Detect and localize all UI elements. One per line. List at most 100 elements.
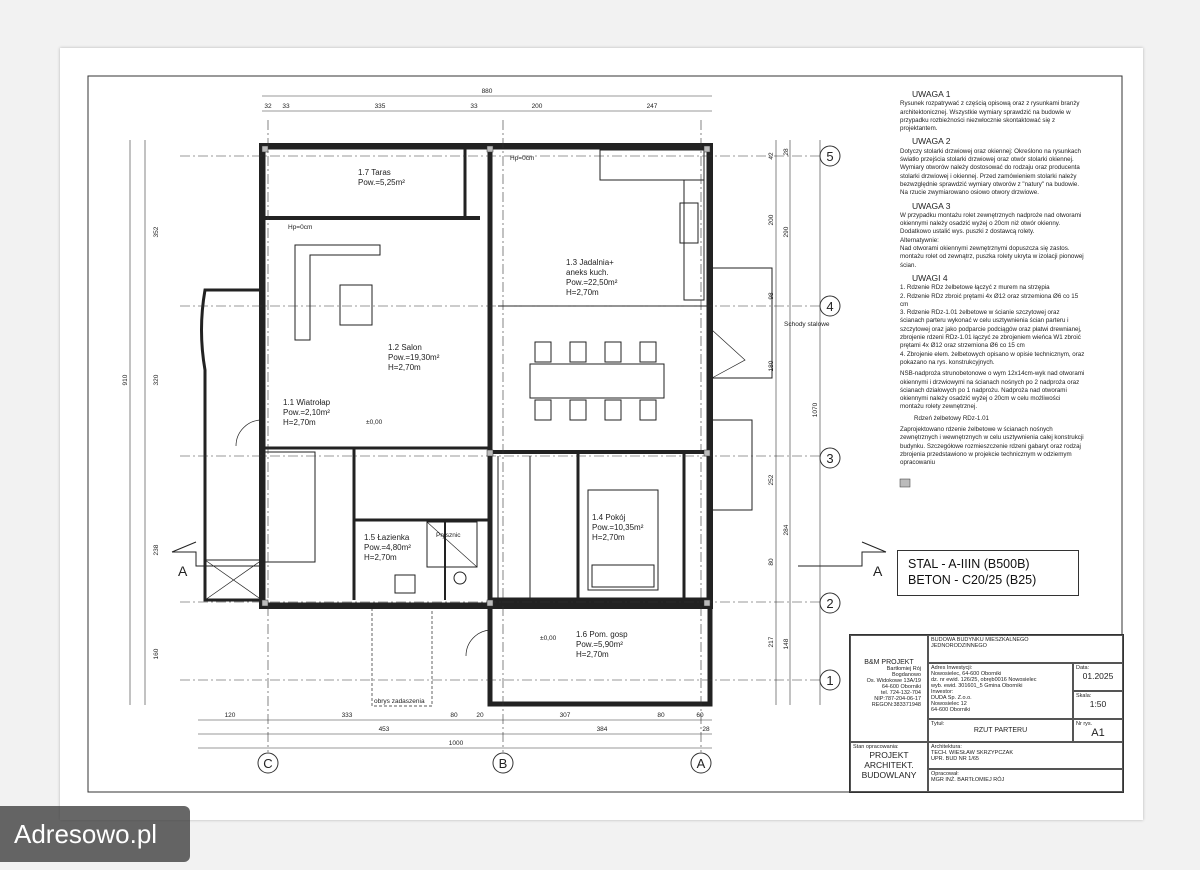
dim-right: 42 xyxy=(768,152,775,160)
dim-left: 238 xyxy=(153,544,160,555)
room-wiatrolap-height: H=2,70m xyxy=(283,418,316,427)
dim-right: 28 xyxy=(783,148,790,156)
dim-bottom: 120 xyxy=(225,712,236,719)
room-lazienka-area: Pow.=4,80m² xyxy=(364,543,411,552)
dim-top-total: 880 xyxy=(482,88,493,95)
grid-label-a: A xyxy=(697,756,706,771)
dim-top: 33 xyxy=(282,103,290,110)
room-jadalnia-name: 1.3 Jadalnia+ xyxy=(566,258,614,267)
dim-right: 98 xyxy=(768,292,775,300)
grid-label-2: 2 xyxy=(826,596,833,611)
room-gosp-height: H=2,70m xyxy=(576,650,609,659)
room-salon-name: 1.2 Salon xyxy=(388,343,422,352)
spec-concrete: BETON - C20/25 (B25) xyxy=(908,573,1037,587)
watermark-logo: Adresowo.pl xyxy=(0,806,190,862)
room-labels: 1.7 Taras Pow.=5,25m² 1.2 Salon Pow.=19,… xyxy=(283,168,644,659)
dim-right: 252 xyxy=(768,474,775,485)
tb-date: 01.2025 xyxy=(1082,671,1114,681)
dim-left: 160 xyxy=(153,648,160,659)
room-gosp-area: Pow.=5,90m² xyxy=(576,640,623,649)
label-obrys: obrys zadaszenia xyxy=(374,698,425,705)
dim-bottom: 384 xyxy=(597,726,608,733)
room-lazienka-name: 1.5 Łazienka xyxy=(364,533,410,542)
room-taras-area: Pow.=5,25m² xyxy=(358,178,405,187)
label-schody: Schody stalowe xyxy=(784,321,830,328)
dim-bottom: 80 xyxy=(450,712,458,719)
dim-right-total: 1070 xyxy=(812,402,819,417)
dim-left: 320 xyxy=(153,374,160,385)
room-jadalnia-name2: aneks kuch. xyxy=(566,268,609,277)
label-level-zero: ±0,00 xyxy=(366,419,383,426)
section-label-left: A xyxy=(178,563,188,579)
dim-left-total: 910 xyxy=(122,374,129,385)
grid-label-c: C xyxy=(263,756,272,771)
tb-firm-address: Bartłomiej Rój Bogdanowo Os. Widokowe 13… xyxy=(866,666,921,708)
label-level-zero-gosp: ±0,00 xyxy=(540,635,557,642)
dim-bottom: 20 xyxy=(476,712,484,719)
dim-right: 284 xyxy=(783,524,790,535)
dim-top: 247 xyxy=(647,103,658,110)
tb-date-cell: Data: 01.2025 xyxy=(1073,663,1123,691)
note-text-6: Zaprojektowano rdzenie żelbetowe w ścian… xyxy=(900,425,1084,467)
tb-firm: B&M PROJEKT xyxy=(864,659,914,666)
tb-address: Nowosielec, 64-600 Oborniki dz. nr ewid.… xyxy=(931,671,1037,689)
dim-top: 335 xyxy=(375,103,386,110)
room-lazienka-height: H=2,70m xyxy=(364,553,397,562)
tb-stage-cell: Stan opracowania: PROJEKT ARCHITEKT. BUD… xyxy=(850,742,928,792)
tb-scale-cell: Skala: 1:50 xyxy=(1073,691,1123,719)
room-wiatrolap-area: Pow.=2,10m² xyxy=(283,408,330,417)
tb-firm-cell: B&M PROJEKT Bartłomiej Rój Bogdanowo Os.… xyxy=(850,635,928,742)
dim-top: 200 xyxy=(532,103,543,110)
dim-right: 200 xyxy=(768,214,775,225)
dim-right: 217 xyxy=(768,636,775,647)
dim-top: 33 xyxy=(470,103,478,110)
note-heading-2: UWAGA 2 xyxy=(912,136,951,147)
dim-right: 180 xyxy=(768,360,775,371)
room-pokoj-height: H=2,70m xyxy=(592,533,625,542)
tb-author: MGR INŻ. BARTŁOMIEJ RÓJ xyxy=(931,777,1005,783)
tb-stage: PROJEKT ARCHITEKT. BUDOWLANY xyxy=(861,750,917,780)
dim-bottom: 60 xyxy=(696,712,704,719)
dim-bottom-total: 1000 xyxy=(449,740,464,747)
dim-bottom: 28 xyxy=(702,726,710,733)
material-spec-box: STAL - A-IIIN (B500B) BETON - C20/25 (B2… xyxy=(897,550,1079,596)
concrete-cores xyxy=(261,145,911,607)
room-salon-height: H=2,70m xyxy=(388,363,421,372)
tb-number-cell: Nr rys. A1 xyxy=(1073,719,1123,742)
dimension-lines xyxy=(129,95,821,749)
dimension-text: 880 32 33 335 33 200 247 120 333 80 20 3… xyxy=(122,88,819,747)
grid-label-4: 4 xyxy=(826,299,833,314)
dim-right: 80 xyxy=(768,558,775,566)
tb-building: BUDOWA BUDYNKU MIESZKALNEGO JEDNORODZINN… xyxy=(928,635,1123,663)
room-salon-area: Pow.=19,30m² xyxy=(388,353,440,362)
note-text-2: Dotyczy stolarki drzwiowej oraz okiennej… xyxy=(900,147,1081,197)
tb-architect-cell: Architektura: TECH. WIESŁAW SKRZYPCZAK U… xyxy=(928,742,1123,769)
note-text-1: Rysunek rozpatrywać z częścią opisową or… xyxy=(900,100,1080,133)
note-heading-3: UWAGA 3 xyxy=(912,200,951,211)
dim-bottom: 80 xyxy=(657,712,665,719)
room-wiatrolap-name: 1.1 Wiatrołap xyxy=(283,398,331,407)
dim-right: 290 xyxy=(783,226,790,237)
note-legend: Rdzeń żelbetowy RDz-1.01 xyxy=(914,414,989,422)
title-block: B&M PROJEKT Bartłomiej Rój Bogdanowo Os.… xyxy=(849,634,1124,793)
grid-label-5: 5 xyxy=(826,149,833,164)
label-hp0: Hp=0cm xyxy=(510,155,534,162)
tb-address-cell: Adres Inwestycji: Nowosielec, 64-600 Obo… xyxy=(928,663,1073,719)
dim-top: 32 xyxy=(264,103,272,110)
dim-right: 148 xyxy=(783,638,790,649)
room-jadalnia-height: H=2,70m xyxy=(566,288,599,297)
tb-number: A1 xyxy=(1091,727,1105,739)
dim-bottom: 307 xyxy=(560,712,571,719)
notes-panel: UWAGA 1 Rysunek rozpatrywać z częścią op… xyxy=(900,86,1085,470)
grid-lines xyxy=(180,120,820,752)
tb-author-cell: Opracował: MGR INŻ. BARTŁOMIEJ RÓJ xyxy=(928,769,1123,792)
note-text-5: NSB-nadproża strunobetonowe o wym 12x14c… xyxy=(900,370,1085,411)
tb-investor: DUDA Sp. Z.o.o. Nowosielec 12 64-600 Obo… xyxy=(931,695,972,713)
dim-bottom: 453 xyxy=(379,726,390,733)
room-gosp-name: 1.6 Pom. gosp xyxy=(576,630,628,639)
label-prysznic: Prysznic xyxy=(436,532,461,539)
spec-steel: STAL - A-IIIN (B500B) xyxy=(908,557,1030,571)
room-pokoj-name: 1.4 Pokój xyxy=(592,513,626,522)
tb-architect: TECH. WIESŁAW SKRZYPCZAK UPR. BUD NR 1/6… xyxy=(931,750,1014,762)
room-pokoj-area: Pow.=10,35m² xyxy=(592,523,644,532)
